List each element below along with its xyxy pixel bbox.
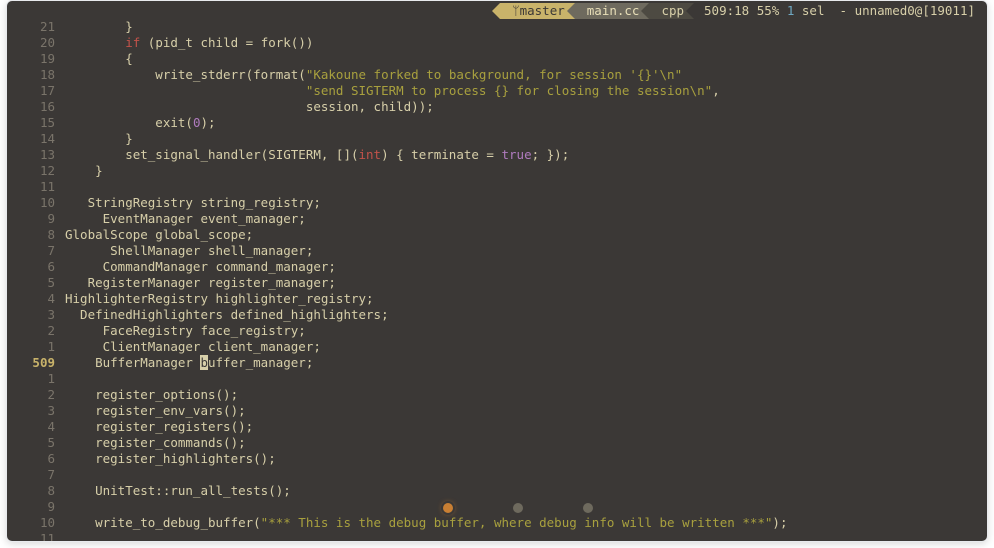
line-number: 4 bbox=[7, 291, 65, 307]
code-line[interactable]: StringRegistry string_registry; bbox=[65, 195, 987, 211]
client-session: - unnamed0@[19011] bbox=[840, 3, 975, 19]
code-line[interactable]: register_registers(); bbox=[65, 419, 987, 435]
selection-label: sel bbox=[802, 3, 825, 19]
code-line[interactable]: RegisterManager register_manager; bbox=[65, 275, 987, 291]
code-line[interactable] bbox=[65, 371, 987, 387]
line-number: 7 bbox=[7, 243, 65, 259]
code-line[interactable]: DefinedHighlighters defined_highlighters… bbox=[65, 307, 987, 323]
code-line[interactable]: ClientManager client_manager; bbox=[65, 339, 987, 355]
code-line[interactable]: set_signal_handler(SIGTERM, [](int) { te… bbox=[65, 147, 987, 163]
code-line[interactable]: } bbox=[65, 163, 987, 179]
line-number: 3 bbox=[7, 403, 65, 419]
scroll-percent: 55% bbox=[757, 3, 780, 19]
line-number: 1 bbox=[7, 371, 65, 387]
dock-indicator bbox=[443, 503, 453, 513]
line-number: 8 bbox=[7, 227, 65, 243]
line-number: 15 bbox=[7, 115, 65, 131]
code-line[interactable]: register_commands(); bbox=[65, 435, 987, 451]
line-number: 11 bbox=[7, 179, 65, 195]
line-number-gutter: 2120191817161514131211109876543215091234… bbox=[7, 19, 65, 542]
code-line[interactable]: ShellManager shell_manager; bbox=[65, 243, 987, 259]
line-number: 2 bbox=[7, 323, 65, 339]
code-line[interactable]: exit(0); bbox=[65, 115, 987, 131]
line-number: 4 bbox=[7, 419, 65, 435]
line-number: 19 bbox=[7, 51, 65, 67]
line-number: 6 bbox=[7, 451, 65, 467]
line-number: 12 bbox=[7, 163, 65, 179]
code-line[interactable]: { bbox=[65, 51, 987, 67]
cursor-info: 509:18 55% 1 sel - unnamed0@[19011] bbox=[694, 3, 985, 19]
line-number: 6 bbox=[7, 259, 65, 275]
cursor-position: 509:18 bbox=[704, 3, 749, 19]
line-number: 14 bbox=[7, 131, 65, 147]
line-number: 8 bbox=[7, 483, 65, 499]
line-number: 11 bbox=[7, 531, 65, 542]
line-number: 1 bbox=[7, 339, 65, 355]
code-line[interactable]: write_stderr(format("Kakoune forked to b… bbox=[65, 67, 987, 83]
line-number: 20 bbox=[7, 35, 65, 51]
dock-indicator bbox=[513, 503, 523, 513]
code-line[interactable]: write_to_debug_buffer("*** This is the d… bbox=[65, 515, 987, 531]
line-number: 21 bbox=[7, 19, 65, 35]
line-number: 10 bbox=[7, 195, 65, 211]
line-number: 5 bbox=[7, 435, 65, 451]
dock-indicator bbox=[583, 503, 593, 513]
code-line[interactable]: if (pid_t child = fork()) bbox=[65, 35, 987, 51]
line-number: 3 bbox=[7, 307, 65, 323]
code-line[interactable]: EventManager event_manager; bbox=[65, 211, 987, 227]
line-number: 18 bbox=[7, 67, 65, 83]
line-number: 16 bbox=[7, 99, 65, 115]
code-line[interactable]: GlobalScope global_scope; bbox=[65, 227, 987, 243]
status-bar: ᛘmaster main.cc cpp 509:18 55% 1 sel - u… bbox=[500, 3, 985, 19]
file-name: main.cc bbox=[575, 3, 650, 19]
line-number: 509 bbox=[7, 355, 65, 371]
line-number: 5 bbox=[7, 275, 65, 291]
code-line[interactable]: register_options(); bbox=[65, 387, 987, 403]
code-line[interactable] bbox=[65, 467, 987, 483]
code-line[interactable] bbox=[65, 179, 987, 195]
code-line[interactable] bbox=[65, 531, 987, 542]
code-area[interactable]: } if (pid_t child = fork()) { write_stde… bbox=[65, 19, 987, 542]
line-number: 13 bbox=[7, 147, 65, 163]
code-line[interactable]: } bbox=[65, 131, 987, 147]
branch-name: master bbox=[520, 3, 565, 19]
code-line[interactable] bbox=[65, 499, 987, 515]
code-line[interactable]: FaceRegistry face_registry; bbox=[65, 323, 987, 339]
line-number: 9 bbox=[7, 211, 65, 227]
code-line[interactable]: "send SIGTERM to process {} for closing … bbox=[65, 83, 987, 99]
code-line[interactable]: register_highlighters(); bbox=[65, 451, 987, 467]
vcs-branch: ᛘmaster bbox=[500, 3, 575, 19]
code-line[interactable]: } bbox=[65, 19, 987, 35]
line-number: 10 bbox=[7, 515, 65, 531]
code-line[interactable]: register_env_vars(); bbox=[65, 403, 987, 419]
line-number: 7 bbox=[7, 467, 65, 483]
code-line[interactable]: HighlighterRegistry highlighter_registry… bbox=[65, 291, 987, 307]
code-line[interactable]: CommandManager command_manager; bbox=[65, 259, 987, 275]
code-line[interactable]: BufferManager buffer_manager; bbox=[65, 355, 987, 371]
editor-pane[interactable]: ᛘmaster main.cc cpp 509:18 55% 1 sel - u… bbox=[6, 0, 988, 542]
code-line[interactable]: UnitTest::run_all_tests(); bbox=[65, 483, 987, 499]
selection-count: 1 bbox=[787, 3, 795, 19]
line-number: 2 bbox=[7, 387, 65, 403]
code-line[interactable]: session, child)); bbox=[65, 99, 987, 115]
line-number: 17 bbox=[7, 83, 65, 99]
line-number: 9 bbox=[7, 499, 65, 515]
cursor: b bbox=[200, 355, 208, 370]
